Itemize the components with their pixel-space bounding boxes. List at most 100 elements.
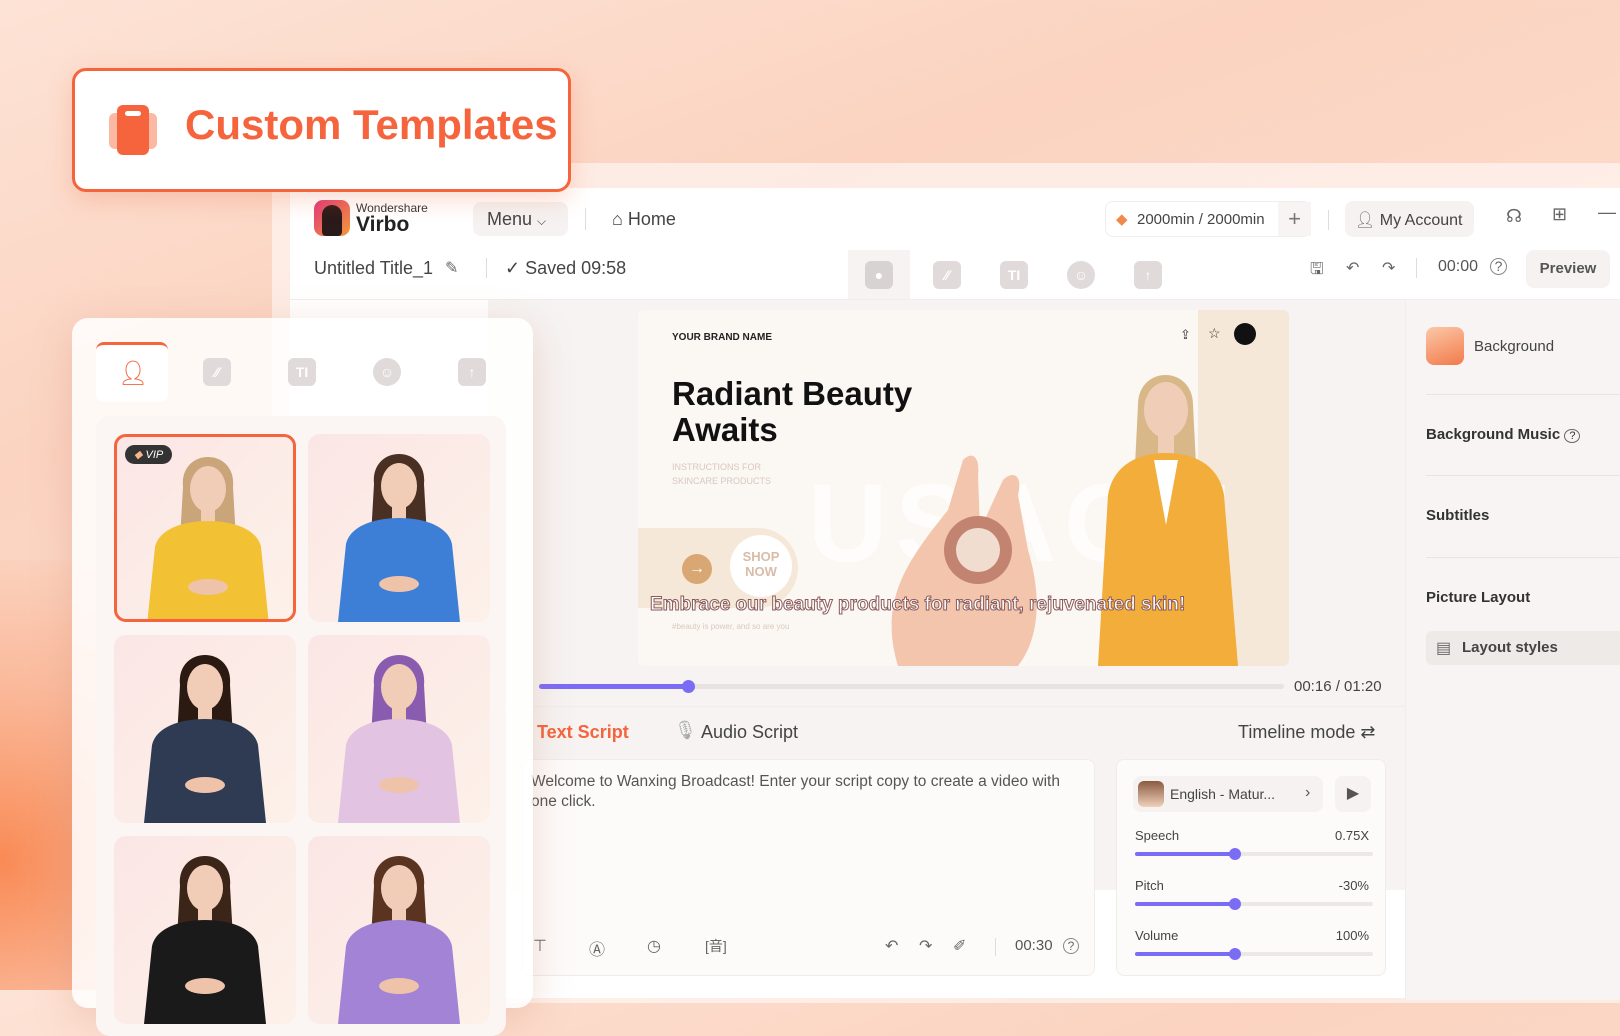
brand-name: Virbo xyxy=(356,213,410,236)
avatar-card[interactable] xyxy=(308,434,490,622)
text-format-icon[interactable]: ⊤ xyxy=(533,936,547,956)
script-text[interactable]: Welcome to Wanxing Broadcast! Enter your… xyxy=(531,772,1071,812)
headset-icon[interactable]: ☊ xyxy=(1506,206,1522,227)
hand-with-jar-image xyxy=(891,455,1037,666)
voice-control-value: -30% xyxy=(1338,878,1369,893)
avatar-figure xyxy=(338,454,460,622)
diamond-icon: ◆ xyxy=(1116,211,1128,228)
picture-layout-item[interactable]: Picture Layout xyxy=(1426,589,1530,606)
slider-thumb[interactable] xyxy=(1228,948,1241,960)
video-preview[interactable]: USAGE YOUR BRAND NAME Radiant Beauty Awai… xyxy=(638,310,1289,666)
avatar-card[interactable] xyxy=(114,635,296,823)
script-duration: 00:30 xyxy=(1015,937,1053,954)
undo-icon[interactable]: ↶ xyxy=(1346,258,1359,278)
right-panel: Background Background Music ? Subtitles … xyxy=(1405,300,1620,1000)
playback-scrubber[interactable] xyxy=(539,680,1284,693)
menu-button[interactable]: Menu ⌵ xyxy=(473,202,568,236)
grid-icon[interactable]: ⊞ xyxy=(1552,204,1567,225)
pronunciation-icon[interactable]: Ⓐ xyxy=(589,936,605,960)
playback-thumb[interactable] xyxy=(682,680,695,693)
avatar-card[interactable] xyxy=(308,635,490,823)
duration: 00:00 xyxy=(1438,258,1479,275)
avatar-icon[interactable]: ● xyxy=(865,261,893,289)
help-icon[interactable]: ? xyxy=(1564,429,1581,443)
pitch-slider[interactable] xyxy=(1135,898,1373,910)
avatar-figure xyxy=(147,457,269,619)
emoji-icon[interactable]: ☺ xyxy=(1067,261,1095,289)
sticker-icon[interactable]: ⁄⁄ xyxy=(203,358,231,386)
playback-progress xyxy=(539,684,688,689)
text-icon[interactable]: TI xyxy=(288,358,316,386)
avatar-panel: 👤︎ ⁄⁄ TI ☺ ↑ ◆ VIP xyxy=(72,318,533,1036)
check-circle-icon: ✓ xyxy=(505,258,521,278)
clear-brush-icon[interactable]: ✐ xyxy=(953,936,966,956)
slider-thumb[interactable] xyxy=(1228,848,1241,860)
upload-icon[interactable]: ↑ xyxy=(1134,261,1162,289)
my-account-button[interactable]: 👤︎ My Account xyxy=(1345,201,1474,237)
home-icon: ⌂ xyxy=(612,209,623,229)
shop-label: NOW xyxy=(745,564,777,579)
slider-thumb[interactable] xyxy=(1228,898,1241,910)
avatar-figure xyxy=(144,856,266,1024)
headline: Radiant Beauty Awaits xyxy=(672,376,912,448)
edit-icon[interactable]: ✎ xyxy=(445,258,458,278)
undo-icon[interactable]: ↶ xyxy=(885,936,898,956)
presenter-avatar xyxy=(1098,375,1238,666)
star-icon: ☆ xyxy=(1208,325,1221,341)
background-music-label: Background Music xyxy=(1426,426,1561,443)
tagline: #beauty is power, and so are you xyxy=(672,622,790,631)
play-voice-button[interactable]: ▶ xyxy=(1335,776,1371,812)
avatar-card[interactable] xyxy=(308,836,490,1024)
custom-templates-badge: Custom Templates xyxy=(72,68,571,192)
subtitle-caption: Embrace our beauty products for radiant,… xyxy=(649,594,1186,616)
background-item[interactable]: Background xyxy=(1474,338,1554,355)
avatar-card[interactable] xyxy=(114,836,296,1024)
divider xyxy=(1426,557,1620,558)
tab-text-script[interactable]: Text Script xyxy=(537,722,629,743)
background-thumbnail[interactable] xyxy=(1426,327,1464,365)
tab-audio-script[interactable]: Audio Script xyxy=(701,722,798,743)
divider xyxy=(1426,394,1620,395)
brand-name-text: YOUR BRAND NAME xyxy=(672,332,772,343)
chevron-right-icon: › xyxy=(1305,784,1311,801)
saved-label: Saved 09:58 xyxy=(525,258,627,278)
voice-control-value: 100% xyxy=(1335,928,1369,943)
divider xyxy=(1328,210,1329,230)
emoji-icon[interactable]: ☺ xyxy=(373,358,401,386)
voice-selector[interactable]: English - Matur... › xyxy=(1133,776,1323,812)
sticker-icon[interactable]: ⁄⁄ xyxy=(933,261,961,289)
home-link[interactable]: ⌂ Home xyxy=(612,209,676,230)
speech-slider[interactable] xyxy=(1135,848,1373,860)
voice-name: English - Matur... xyxy=(1170,786,1276,802)
panel-tab-avatar[interactable]: 👤︎ xyxy=(96,342,168,402)
shop-now-button[interactable]: SHOP NOW xyxy=(730,535,792,597)
profile-icon xyxy=(1234,323,1256,345)
preview-button[interactable]: Preview xyxy=(1526,250,1610,288)
voice-control-label: Volume xyxy=(1135,928,1179,943)
arrow-right-icon[interactable]: → xyxy=(682,554,712,584)
help-icon[interactable]: ? xyxy=(1490,258,1507,275)
phonetic-icon[interactable]: [音] xyxy=(705,936,727,956)
avatar-figure xyxy=(144,655,266,823)
save-icon[interactable]: 🖫︎ xyxy=(1310,258,1324,285)
divider xyxy=(1426,475,1620,476)
layout-styles-button[interactable]: ▤ Layout styles xyxy=(1426,631,1620,665)
volume-slider[interactable] xyxy=(1135,948,1373,960)
minimize-icon[interactable]: — xyxy=(1598,202,1616,223)
script-editor[interactable]: Welcome to Wanxing Broadcast! Enter your… xyxy=(522,759,1095,976)
headline-line: Radiant Beauty xyxy=(672,375,913,412)
background-music-item[interactable]: Background Music ? xyxy=(1426,426,1581,443)
add-credits-button[interactable]: + xyxy=(1278,202,1311,236)
pause-timer-icon[interactable]: ◷ xyxy=(647,936,661,956)
avatar-card[interactable]: ◆ VIP xyxy=(114,434,296,622)
text-icon[interactable]: TI xyxy=(1000,261,1028,289)
project-title[interactable]: Untitled Title_1 xyxy=(314,258,433,279)
avatar-figure xyxy=(338,655,460,823)
subtitles-item[interactable]: Subtitles xyxy=(1426,507,1489,524)
upload-icon[interactable]: ↑ xyxy=(458,358,486,386)
voice-control-value: 0.75X xyxy=(1335,828,1369,843)
redo-icon[interactable]: ↷ xyxy=(919,936,932,956)
timeline-mode-toggle[interactable]: Timeline mode ⇄ xyxy=(1238,722,1376,743)
help-icon[interactable]: ? xyxy=(1063,938,1079,954)
redo-icon[interactable]: ↷ xyxy=(1382,258,1395,278)
